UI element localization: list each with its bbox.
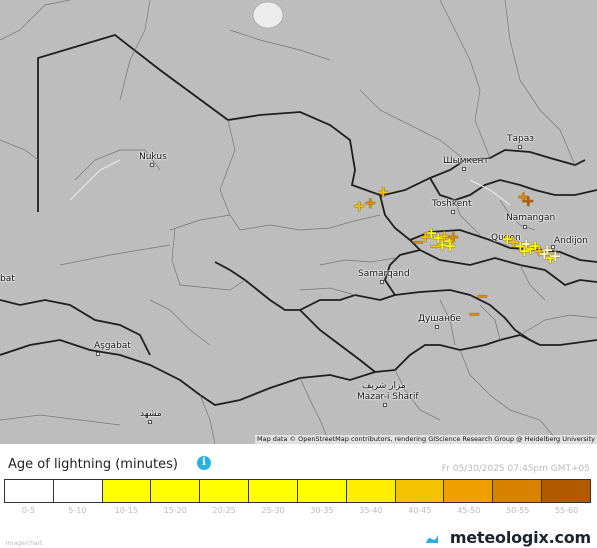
scale-label: 35-40 <box>359 506 383 515</box>
lightning-map[interactable]: Nukus Тараз Шымкент Toshkent Namangan Qu… <box>0 0 597 444</box>
lightning-strike-marker: + <box>518 242 531 260</box>
city-marker <box>383 403 387 407</box>
city-label: Душанбе <box>418 314 462 324</box>
scale-label: 0-5 <box>21 506 35 515</box>
scale-swatch <box>5 480 54 502</box>
scale-label: 20-25 <box>212 506 236 515</box>
lightning-strike-marker: + <box>522 192 535 210</box>
map-attribution[interactable]: Map data © OpenStreetMap contributors, r… <box>255 435 597 444</box>
scale-swatch <box>346 480 396 502</box>
scale-swatch <box>151 480 201 502</box>
scale-label: 10-15 <box>114 506 138 515</box>
city-label: Шымкент <box>443 156 489 166</box>
lightning-strike-marker: + <box>444 237 457 255</box>
city-marker <box>148 420 152 424</box>
color-scale <box>4 479 591 503</box>
city-label: Aşgabat <box>94 341 131 351</box>
city-label: Nukus <box>139 152 167 162</box>
scale-label: 15-20 <box>163 506 187 515</box>
lightning-strike-marker: + <box>377 183 390 201</box>
city-label: مشهد <box>140 409 162 419</box>
city-label: Mazar-i Sharif <box>357 392 419 402</box>
scale-labels: 0-5 5-10 10-15 15-20 20-25 25-30 30-35 3… <box>4 506 591 515</box>
scale-swatch <box>200 480 250 502</box>
brand-logo-text[interactable]: meteologix.com <box>450 528 591 547</box>
city-label: Тараз <box>507 134 535 144</box>
legend-title: Age of lightning (minutes) <box>8 457 178 472</box>
city-marker <box>150 163 154 167</box>
city-label: Andijon <box>554 236 588 246</box>
city-marker <box>518 145 522 149</box>
city-label: Toshkent <box>432 199 472 209</box>
lightning-strike-marker: − <box>476 287 489 305</box>
lightning-strike-marker: − <box>468 305 481 323</box>
scale-swatch <box>395 480 445 502</box>
scale-swatch <box>493 480 543 502</box>
scale-label: 25-30 <box>261 506 285 515</box>
city-marker <box>462 167 466 171</box>
lake <box>252 1 284 29</box>
city-marker <box>451 210 455 214</box>
timestamp: Fr 05/30/2025 07:45pm GMT+05 <box>441 464 590 474</box>
footnote: Image/chart <box>6 540 43 547</box>
legend-panel: Age of lightning (minutes) i Fr 05/30/20… <box>0 444 597 548</box>
scale-label: 45-50 <box>457 506 481 515</box>
lightning-strike-marker: + <box>549 247 562 265</box>
scale-swatch <box>444 480 494 502</box>
info-icon[interactable]: i <box>197 456 211 470</box>
scale-swatch <box>297 480 347 502</box>
city-label: مزار شریف <box>362 381 406 391</box>
scale-label: 55-60 <box>554 506 579 515</box>
city-label: Namangan <box>506 213 556 223</box>
scale-label: 30-35 <box>310 506 334 515</box>
scale-swatch <box>53 480 103 502</box>
scale-swatch <box>102 480 152 502</box>
lightning-strike-marker: − <box>429 237 442 255</box>
city-label: Samarqand <box>358 269 410 279</box>
city-marker <box>380 280 384 284</box>
city-marker <box>435 325 439 329</box>
city-marker <box>96 352 100 356</box>
meteologix-logo-icon <box>426 535 438 543</box>
scale-swatch <box>249 480 298 502</box>
scale-label: 50-55 <box>506 506 530 515</box>
scale-label: 5-10 <box>68 506 87 515</box>
scale-label: 40-45 <box>408 506 432 515</box>
city-label: bat <box>0 274 15 284</box>
city-marker <box>523 225 527 229</box>
scale-swatch <box>542 480 590 502</box>
lightning-strike-marker: + <box>364 194 377 212</box>
